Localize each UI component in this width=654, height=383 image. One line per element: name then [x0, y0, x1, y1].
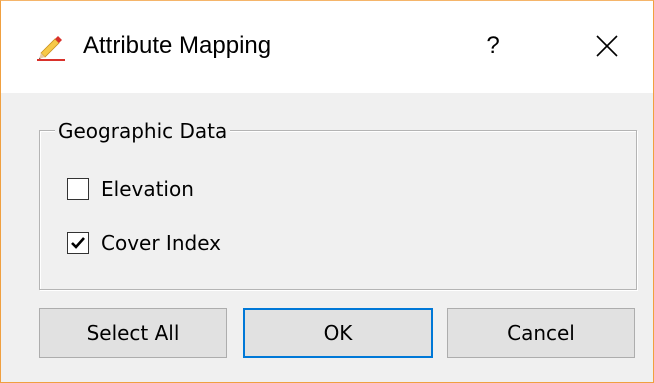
ok-button[interactable]: OK — [243, 308, 433, 358]
cover-index-checkbox[interactable] — [67, 232, 89, 254]
help-button[interactable]: ? — [471, 23, 515, 69]
checkmark-icon — [71, 237, 85, 249]
close-button[interactable] — [583, 23, 631, 69]
checkbox-row-cover-index[interactable]: Cover Index — [67, 229, 221, 257]
cover-index-label[interactable]: Cover Index — [101, 230, 221, 256]
close-icon — [596, 35, 618, 57]
select-all-button[interactable]: Select All — [39, 308, 227, 358]
checkbox-row-elevation[interactable]: Elevation — [67, 175, 194, 203]
groupbox-title: Geographic Data — [55, 118, 231, 144]
pencil-icon — [37, 33, 65, 61]
geographic-data-groupbox — [39, 130, 637, 290]
elevation-checkbox[interactable] — [67, 178, 89, 200]
title-bar[interactable]: Attribute Mapping ? — [1, 1, 653, 93]
cancel-button[interactable]: Cancel — [447, 308, 635, 358]
attribute-mapping-dialog: Attribute Mapping ? Geographic Data Elev… — [0, 0, 654, 383]
elevation-label[interactable]: Elevation — [101, 176, 194, 202]
dialog-title: Attribute Mapping — [83, 32, 272, 59]
